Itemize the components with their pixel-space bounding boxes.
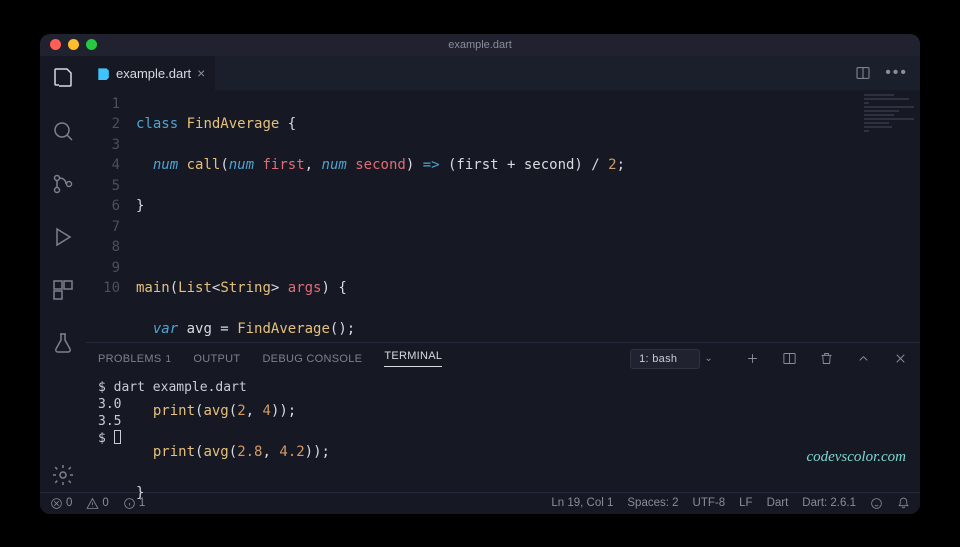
tab-example-dart[interactable]: example.dart × bbox=[86, 56, 215, 90]
terminal-prompt: $ bbox=[98, 431, 114, 446]
code-body[interactable]: class FindAverage { num call(num first, … bbox=[136, 90, 625, 342]
close-panel-icon[interactable] bbox=[893, 351, 908, 366]
run-debug-icon[interactable] bbox=[51, 225, 75, 254]
window-close-button[interactable] bbox=[50, 39, 61, 50]
editor-actions: ••• bbox=[855, 56, 920, 90]
search-icon[interactable] bbox=[51, 119, 75, 148]
window-maximize-button[interactable] bbox=[86, 39, 97, 50]
traffic-lights bbox=[50, 39, 97, 50]
terminal-cursor bbox=[114, 430, 121, 444]
editor-window: example.dart bbox=[40, 34, 920, 514]
status-indent[interactable]: Spaces: 2 bbox=[627, 497, 678, 509]
kill-terminal-icon[interactable] bbox=[819, 351, 834, 366]
editor-content: example.dart × ••• 12345678910 class Fin… bbox=[86, 56, 920, 492]
activity-bar bbox=[40, 56, 86, 492]
terminal-line: 3.0 bbox=[98, 397, 121, 412]
code-editor[interactable]: 12345678910 class FindAverage { num call… bbox=[86, 90, 920, 342]
titlebar[interactable]: example.dart bbox=[40, 34, 920, 56]
split-editor-icon[interactable] bbox=[855, 65, 871, 81]
watermark: codevscolor.com bbox=[806, 449, 906, 466]
status-sdk[interactable]: Dart: 2.6.1 bbox=[802, 497, 856, 509]
minimap[interactable] bbox=[864, 94, 914, 174]
window-title: example.dart bbox=[40, 39, 920, 51]
status-encoding[interactable]: UTF-8 bbox=[693, 497, 726, 509]
feedback-icon[interactable] bbox=[870, 497, 883, 510]
line-gutter: 12345678910 bbox=[86, 90, 136, 342]
status-eol[interactable]: LF bbox=[739, 497, 752, 509]
tab-close-icon[interactable]: × bbox=[197, 65, 205, 81]
split-terminal-icon[interactable] bbox=[782, 351, 797, 366]
window-minimize-button[interactable] bbox=[68, 39, 79, 50]
chevron-down-icon[interactable]: ⌄ bbox=[704, 353, 713, 364]
more-actions-icon[interactable]: ••• bbox=[885, 64, 908, 82]
testing-icon[interactable] bbox=[51, 331, 75, 360]
notifications-icon[interactable] bbox=[897, 497, 910, 510]
terminal-line: 3.5 bbox=[98, 414, 121, 429]
terminal-select[interactable]: 1: bash bbox=[630, 349, 700, 369]
tab-bar: example.dart × ••• bbox=[86, 56, 920, 90]
tab-label: example.dart bbox=[116, 66, 191, 81]
explorer-icon[interactable] bbox=[51, 66, 75, 95]
main-area: example.dart × ••• 12345678910 class Fin… bbox=[40, 56, 920, 492]
status-errors[interactable]: 0 bbox=[50, 497, 72, 510]
new-terminal-icon[interactable] bbox=[745, 351, 760, 366]
maximize-panel-icon[interactable] bbox=[856, 351, 871, 366]
status-warnings[interactable]: 0 bbox=[86, 497, 108, 510]
status-language[interactable]: Dart bbox=[767, 497, 789, 509]
extensions-icon[interactable] bbox=[51, 278, 75, 307]
source-control-icon[interactable] bbox=[51, 172, 75, 201]
settings-gear-icon[interactable] bbox=[51, 463, 75, 492]
dart-file-icon bbox=[96, 66, 110, 80]
